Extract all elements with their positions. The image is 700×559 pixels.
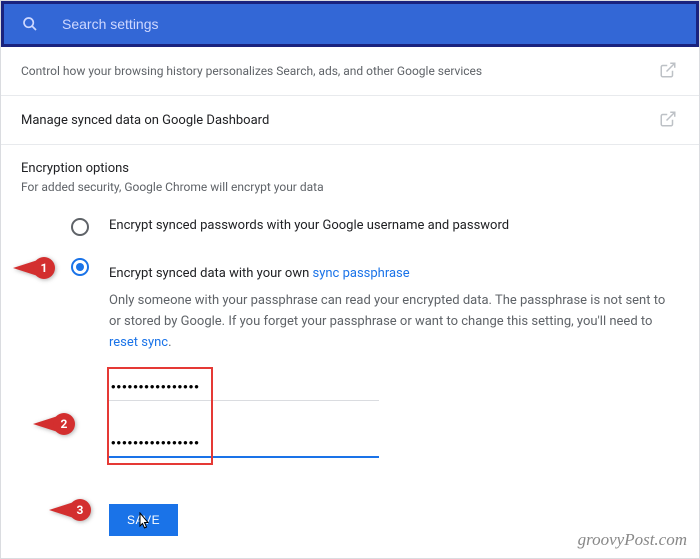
annotation-badge-3: 3 [49,499,91,521]
external-link-icon [659,61,679,81]
encrypt-passwords-label: Encrypt synced passwords with your Googl… [109,216,509,236]
annotation-badge-2: 2 [33,413,75,435]
passphrase-help-text: Only someone with your passphrase can re… [109,291,679,353]
dashboard-text: Manage synced data on Google Dashboard [21,113,269,128]
personalize-text: Control how your browsing history person… [21,64,482,78]
passphrase-confirm-input[interactable] [109,429,379,458]
encryption-radio-group: Encrypt synced passwords with your Googl… [1,206,699,363]
annotation-badge-1: 1 [13,257,55,279]
external-link-icon [659,110,679,130]
radio-icon [71,218,89,236]
encrypt-passphrase-option[interactable]: Encrypt synced data with your own sync p… [21,246,679,364]
dashboard-row[interactable]: Manage synced data on Google Dashboard [1,95,699,144]
passphrase-input[interactable] [109,373,379,401]
watermark: groovyPost.com [578,530,687,550]
encryption-subtitle: For added security, Google Chrome will e… [1,180,699,206]
search-bar [1,1,699,47]
reset-sync-link[interactable]: reset sync [109,335,168,350]
search-input[interactable] [62,16,678,32]
radio-icon-selected [71,258,89,276]
search-icon [22,16,38,32]
sync-passphrase-link[interactable]: sync passphrase [313,266,410,281]
passphrase-fields [109,373,379,486]
encryption-title: Encryption options [1,145,699,180]
encrypt-passwords-option[interactable]: Encrypt synced passwords with your Googl… [21,206,679,246]
personalize-row[interactable]: Control how your browsing history person… [1,47,699,95]
save-button[interactable]: SAVE [109,504,178,536]
encrypt-passphrase-label: Encrypt synced data with your own [109,266,313,281]
settings-content: Control how your browsing history person… [1,47,699,536]
